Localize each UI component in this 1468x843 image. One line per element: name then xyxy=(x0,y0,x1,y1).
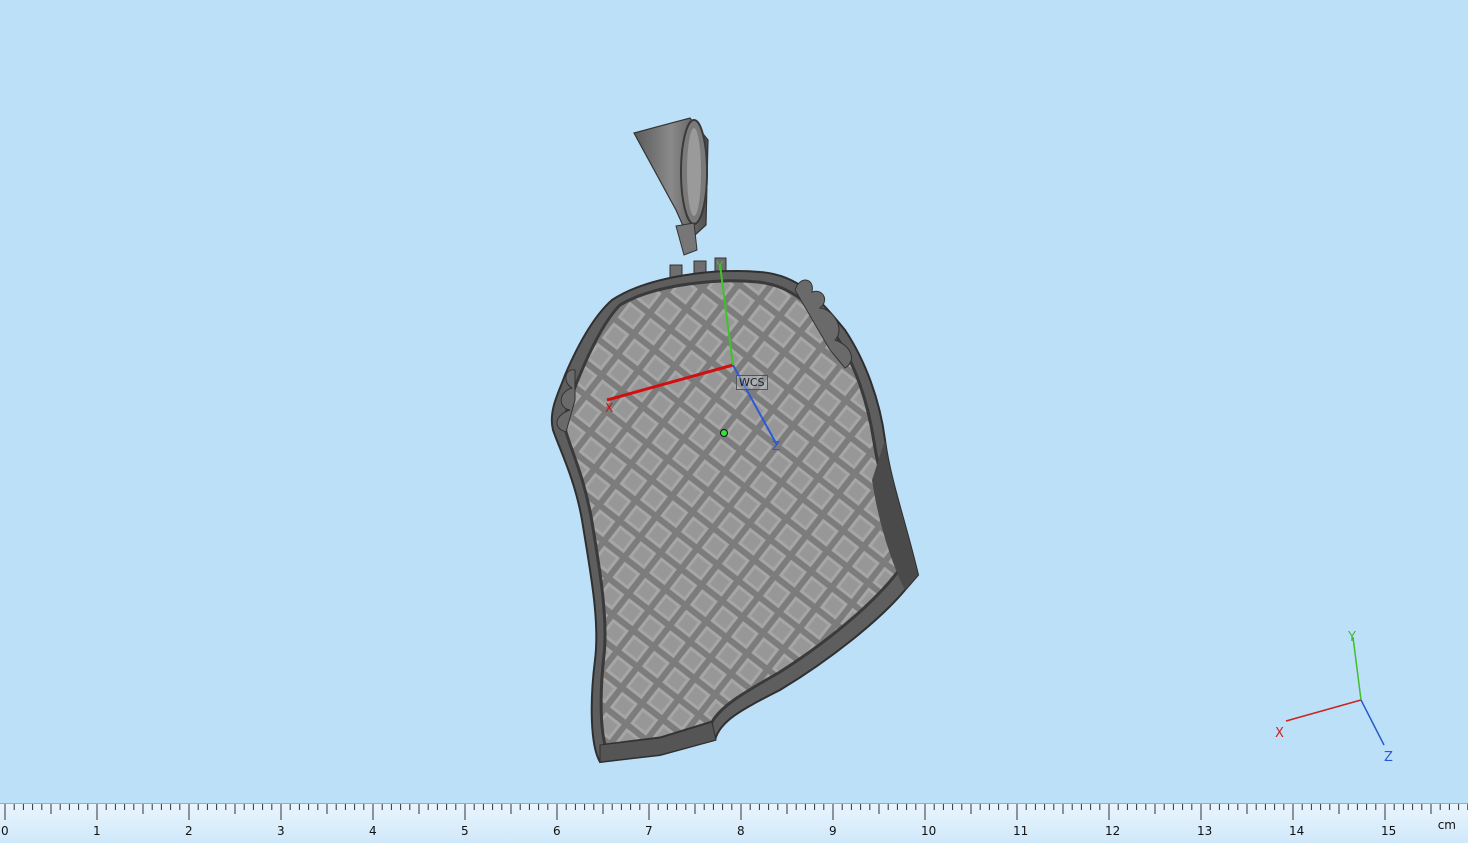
scale-ruler: 0 1 2 3 4 5 6 7 8 9 10 11 12 13 14 15 cm xyxy=(0,803,1468,843)
pendant-body[interactable] xyxy=(550,269,920,764)
ruler-label: 1 xyxy=(93,824,101,838)
ruler-label: 0 xyxy=(1,824,9,838)
pivot-point[interactable] xyxy=(720,429,728,437)
ruler-label: 14 xyxy=(1289,824,1305,838)
triad-x-axis xyxy=(1285,699,1362,722)
triad-y-axis xyxy=(1352,636,1362,701)
triad-z-axis xyxy=(1360,699,1385,746)
orientation-triad[interactable]: X Y Z xyxy=(1260,625,1410,775)
ruler-label: 11 xyxy=(1013,824,1029,838)
model-y-label: Y xyxy=(715,259,724,273)
triad-x-label: X xyxy=(1275,726,1284,741)
triad-z-label: Z xyxy=(1384,750,1393,765)
ruler-label: 15 xyxy=(1381,824,1397,838)
ruler-label: 10 xyxy=(921,824,937,838)
3d-viewport[interactable]: X Y Z WCS X Y Z xyxy=(0,0,1468,803)
model-z-label: Z xyxy=(772,439,780,453)
ruler-label: 7 xyxy=(645,824,653,838)
ruler-unit: cm xyxy=(1437,818,1456,832)
ruler-label: 6 xyxy=(553,824,561,838)
ruler-label: 8 xyxy=(737,824,745,838)
ruler-label: 2 xyxy=(185,824,193,838)
ruler-label: 12 xyxy=(1105,824,1121,838)
ruler-label: 4 xyxy=(369,824,377,838)
ruler-label: 9 xyxy=(829,824,837,838)
ruler-label: 3 xyxy=(277,824,285,838)
pendant-bail[interactable] xyxy=(633,117,709,256)
ruler-label: 13 xyxy=(1197,824,1213,838)
ruler-ticks xyxy=(4,804,1468,820)
triad-y-label: Y xyxy=(1347,630,1356,645)
scene-canvas[interactable]: X Y Z xyxy=(0,0,1468,803)
wcs-label: WCS xyxy=(736,375,768,390)
model-x-label: X xyxy=(605,401,613,415)
ruler-label: 5 xyxy=(461,824,469,838)
